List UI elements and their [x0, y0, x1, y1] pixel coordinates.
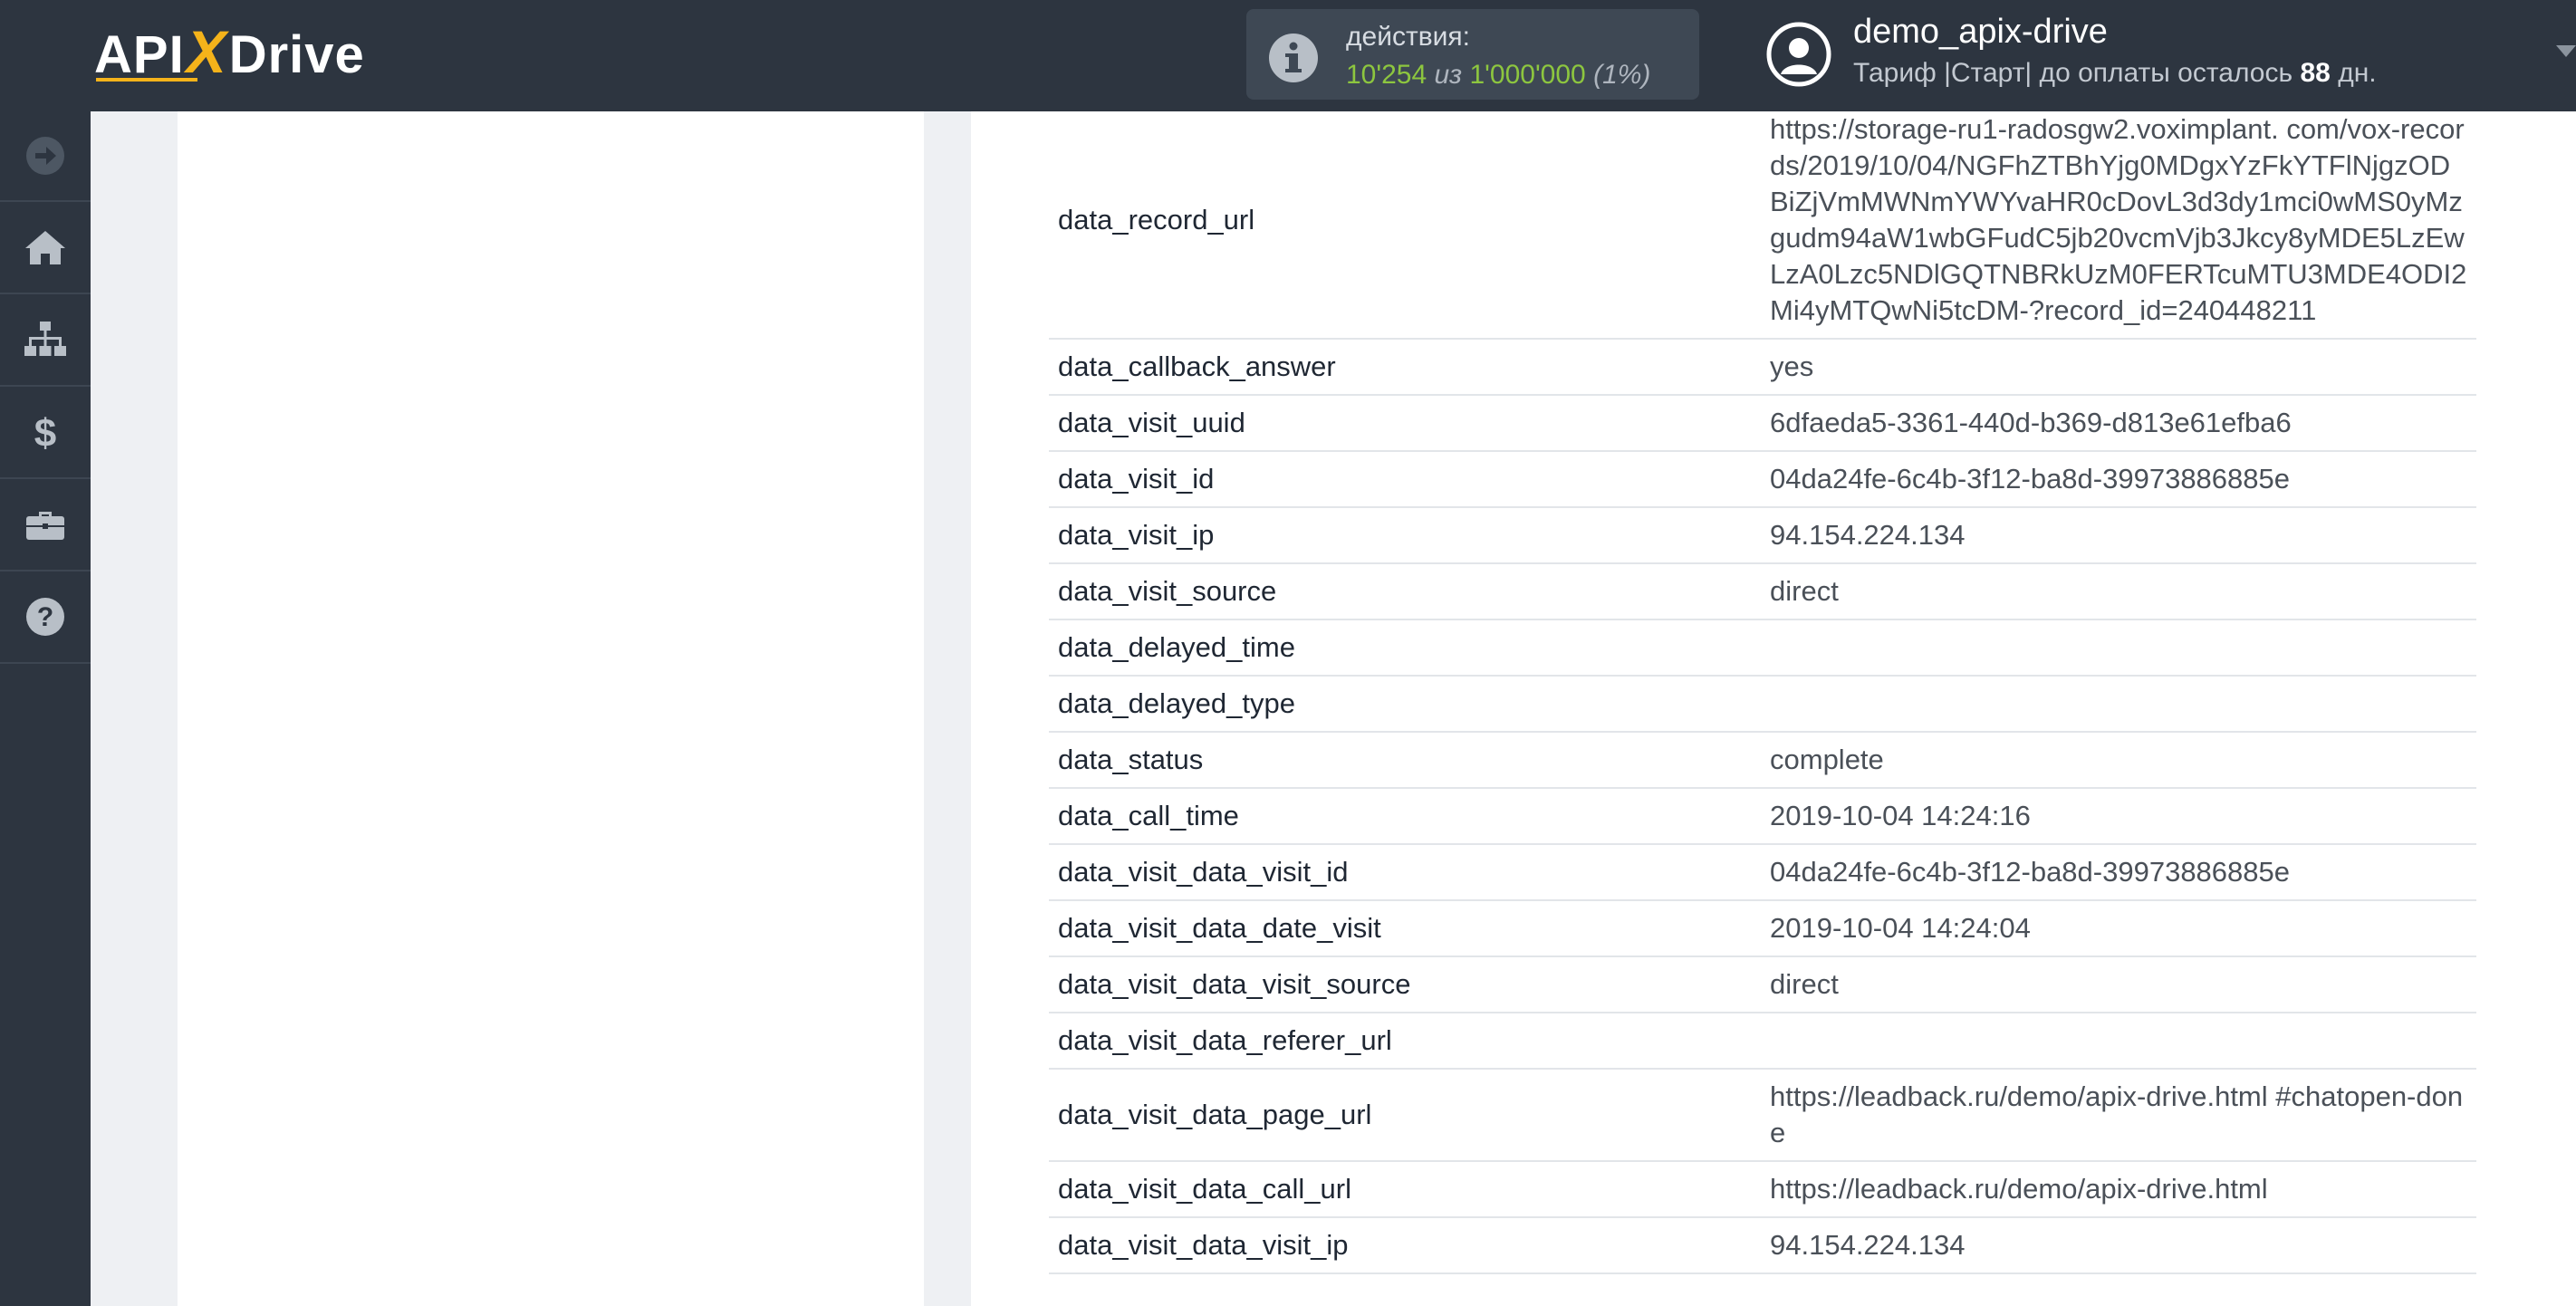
table-row: data_callback_answer yes — [1049, 339, 2476, 396]
table-row: data_visit_data_visit_id 04da24fe-6c4b-3f… — [1049, 844, 2476, 901]
plan-days: 88 — [2300, 58, 2331, 88]
briefcase-icon — [26, 512, 64, 540]
field-name: data_visit_data_page_url — [1049, 1069, 1761, 1162]
table-row: data_visit_id 04da24fe-6c4b-3f12-ba8d-399… — [1049, 451, 2476, 508]
field-name: data_visit_source — [1049, 563, 1761, 620]
field-value: https://leadback.ru/demo/apix-drive.html — [1761, 1161, 2476, 1218]
table-row: data_visit_data_date_visit 2019-10-04 14:… — [1049, 900, 2476, 957]
field-name: data_delayed_time — [1049, 619, 1761, 677]
field-value — [1761, 1013, 2476, 1070]
field-value: https://storage-ru1-radosgw2.voximplant.… — [1761, 111, 2476, 340]
help-icon: ? — [26, 598, 64, 636]
field-name: data_visit_data_visit_source — [1049, 956, 1761, 1013]
actions-label: действия: — [1346, 22, 1470, 52]
field-value: direct — [1761, 956, 2476, 1013]
table-row: data_status complete — [1049, 732, 2476, 789]
sidebar-item-billing[interactable]: $ — [0, 387, 91, 479]
actions-used: 10'254 — [1346, 60, 1427, 90]
table-row: data_visit_data_page_url https://leadback… — [1049, 1069, 2476, 1162]
table-row: data_visit_ip 94.154.224.134 — [1049, 507, 2476, 564]
field-value: 04da24fe-6c4b-3f12-ba8d-39973886885e — [1761, 451, 2476, 508]
sidebar: $ ? — [0, 111, 91, 1306]
top-bar: APIXDrive действия: 10'254 из 1'000'000 … — [0, 0, 2576, 111]
actions-counter: действия: 10'254 из 1'000'000 (1%) — [1246, 9, 1699, 100]
sidebar-item-home[interactable] — [0, 202, 91, 294]
dollar-icon: $ — [34, 411, 56, 454]
table-row: data_visit_data_referer_url — [1049, 1013, 2476, 1070]
table-row: data_visit_data_visit_source direct — [1049, 956, 2476, 1013]
field-name: data_delayed_type — [1049, 676, 1761, 733]
actions-total: 1'000'000 — [1469, 60, 1586, 90]
plan-prefix: Тариф |Старт| до оплаты осталось — [1853, 58, 2293, 88]
home-icon — [25, 231, 65, 264]
user-name[interactable]: demo_apix-drive — [1853, 13, 2108, 52]
logo-text: APIXDrive — [94, 18, 365, 85]
data-preview-panel: data_record_url https://storage-ru1-rados… — [971, 111, 2576, 1306]
field-value: complete — [1761, 732, 2476, 789]
user-avatar-icon[interactable] — [1766, 22, 1831, 87]
field-name: data_visit_ip — [1049, 507, 1761, 564]
svg-text:?: ? — [37, 602, 53, 632]
table-row: data_visit_data_call_url https://leadback… — [1049, 1161, 2476, 1218]
field-name: data_visit_uuid — [1049, 395, 1761, 452]
arrow-right-circle-icon — [26, 137, 64, 175]
field-value: yes — [1761, 339, 2476, 396]
info-icon — [1269, 34, 1318, 82]
fields-table: data_record_url https://storage-ru1-rados… — [1049, 111, 2476, 1274]
field-value: 6dfaeda5-3361-440d-b369-d813e61efba6 — [1761, 395, 2476, 452]
table-row: data_call_time 2019-10-04 14:24:16 — [1049, 788, 2476, 845]
actions-count: 10'254 из 1'000'000 (1%) — [1346, 60, 1650, 91]
field-value — [1761, 676, 2476, 733]
sidebar-item-help[interactable]: ? — [0, 571, 91, 664]
field-value — [1761, 619, 2476, 677]
field-name: data_visit_data_referer_url — [1049, 1013, 1761, 1070]
sitemap-icon — [24, 322, 66, 356]
field-value: direct — [1761, 563, 2476, 620]
field-name: data_call_time — [1049, 788, 1761, 845]
field-name: data_visit_data_date_visit — [1049, 900, 1761, 957]
sidebar-item-collapse[interactable] — [0, 111, 91, 202]
field-name: data_visit_id — [1049, 451, 1761, 508]
field-name: data_visit_data_visit_ip — [1049, 1217, 1761, 1274]
svg-text:$: $ — [34, 411, 56, 454]
table-row: data_visit_source direct — [1049, 563, 2476, 620]
field-value: 2019-10-04 14:24:16 — [1761, 788, 2476, 845]
field-name: data_callback_answer — [1049, 339, 1761, 396]
field-value: 04da24fe-6c4b-3f12-ba8d-39973886885e — [1761, 844, 2476, 901]
actions-percent: (1%) — [1593, 60, 1651, 90]
field-name: data_visit_data_visit_id — [1049, 844, 1761, 901]
apix-drive-logo[interactable]: APIXDrive — [94, 18, 365, 85]
field-value: 2019-10-04 14:24:04 — [1761, 900, 2476, 957]
sidebar-item-tools[interactable] — [0, 479, 91, 571]
field-value: 94.154.224.134 — [1761, 1217, 2476, 1274]
table-row: data_record_url https://storage-ru1-rados… — [1049, 111, 2476, 340]
field-name: data_visit_data_call_url — [1049, 1161, 1761, 1218]
table-row: data_visit_uuid 6dfaeda5-3361-440d-b369-d… — [1049, 395, 2476, 452]
actions-separator: из — [1434, 60, 1463, 90]
plan-suffix: дн. — [2338, 58, 2377, 88]
field-value: https://leadback.ru/demo/apix-drive.html… — [1761, 1069, 2476, 1162]
table-row: data_delayed_type — [1049, 676, 2476, 733]
user-menu-caret-icon[interactable] — [2556, 45, 2576, 57]
user-plan: Тариф |Старт| до оплаты осталось 88 дн. — [1853, 58, 2377, 89]
left-panel — [178, 111, 924, 1306]
table-row: data_delayed_time — [1049, 619, 2476, 677]
sidebar-item-connections[interactable] — [0, 294, 91, 387]
field-name: data_record_url — [1049, 111, 1761, 340]
field-value: 94.154.224.134 — [1761, 507, 2476, 564]
table-row: data_visit_data_visit_ip 94.154.224.134 — [1049, 1217, 2476, 1274]
field-name: data_status — [1049, 732, 1761, 789]
